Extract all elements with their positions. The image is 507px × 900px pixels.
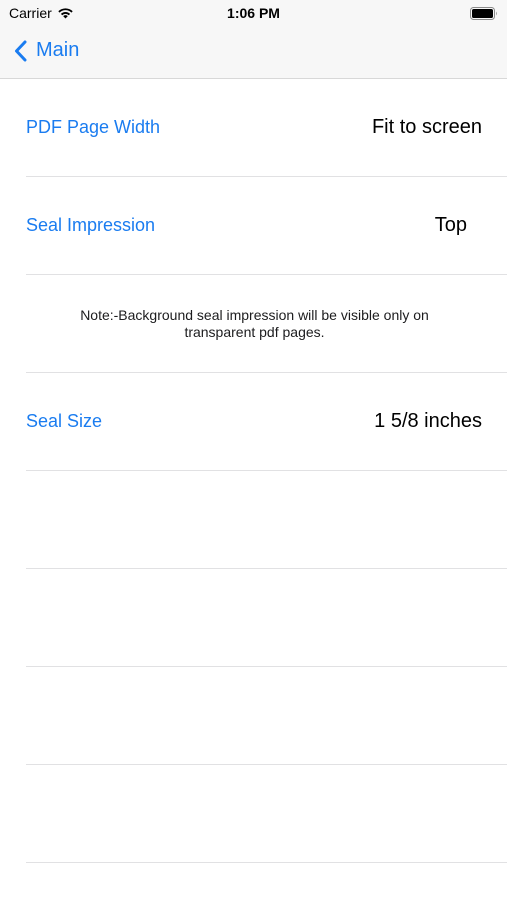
seal-impression-label[interactable]: Seal Impression bbox=[26, 177, 155, 274]
seal-size-row[interactable]: Seal Size 1 5/8 inches bbox=[26, 373, 507, 471]
seal-note-text: Note:-Background seal impression will be… bbox=[80, 306, 429, 340]
seal-size-value: 1 5/8 inches bbox=[374, 410, 482, 432]
back-button[interactable]: Main bbox=[14, 39, 79, 62]
chevron-left-icon bbox=[15, 40, 27, 61]
status-time: 1:06 PM bbox=[227, 5, 280, 21]
empty-row bbox=[26, 667, 507, 765]
settings-table: PDF Page Width Fit to screen Seal Impres… bbox=[0, 79, 507, 863]
seal-impression-value: Top bbox=[434, 214, 467, 236]
empty-row bbox=[26, 765, 507, 863]
note-row: Note:-Background seal impression will be… bbox=[26, 275, 507, 373]
pdf-page-width-row[interactable]: PDF Page Width Fit to screen bbox=[26, 79, 507, 177]
back-button-label: Main bbox=[36, 39, 80, 61]
empty-row bbox=[26, 569, 507, 667]
seal-impression-row[interactable]: Seal Impression Top bbox=[26, 177, 507, 275]
empty-row bbox=[26, 471, 507, 569]
status-bar: Carrier 1:06 PM bbox=[0, 0, 507, 28]
seal-size-label[interactable]: Seal Size bbox=[26, 373, 102, 470]
pdf-page-width-label[interactable]: PDF Page Width bbox=[26, 79, 160, 176]
navigation-bar: Main bbox=[0, 28, 507, 79]
pdf-page-width-value: Fit to screen bbox=[371, 116, 482, 138]
battery-icon bbox=[470, 7, 497, 20]
